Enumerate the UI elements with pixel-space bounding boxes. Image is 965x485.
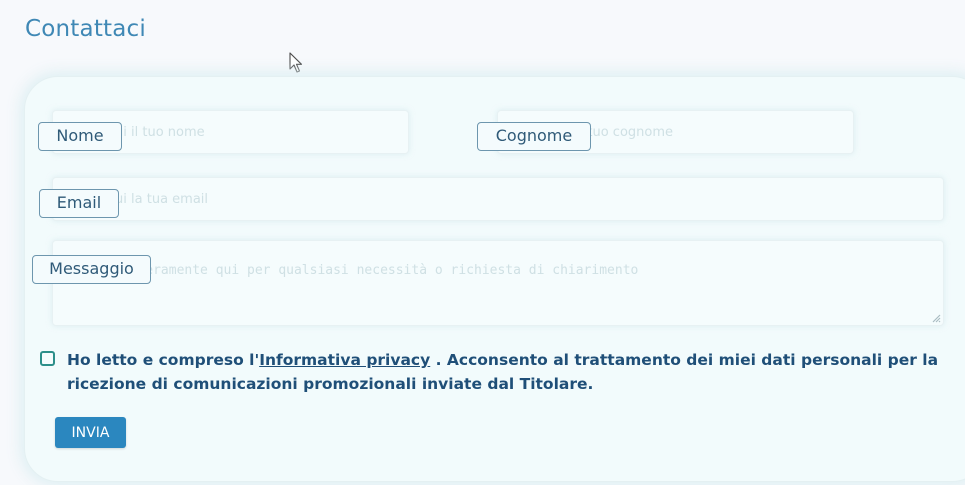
privacy-policy-link[interactable]: Informativa privacy <box>259 351 430 369</box>
messaggio-label: Messaggio <box>32 255 151 284</box>
message-textarea-placeholder: Scrivi liberamente qui per qualsiasi nec… <box>67 263 639 278</box>
message-textarea[interactable]: Scrivi liberamente qui per qualsiasi nec… <box>52 240 944 326</box>
mouse-pointer-icon <box>289 52 303 73</box>
email-field[interactable]: Scrivi qui la tua email <box>52 177 944 221</box>
nome-label: Nome <box>38 122 122 151</box>
page-title: Contattaci <box>25 16 146 42</box>
consent-text-before: Ho letto e compreso l' <box>67 351 260 369</box>
privacy-consent-text: Ho letto e compreso l'Informativa privac… <box>67 348 947 396</box>
submit-button[interactable]: INVIA <box>55 417 126 448</box>
privacy-consent-checkbox[interactable] <box>40 351 55 366</box>
cognome-label: Cognome <box>477 122 591 151</box>
email-label: Email <box>39 189 119 218</box>
resize-grip-icon[interactable] <box>931 313 941 323</box>
